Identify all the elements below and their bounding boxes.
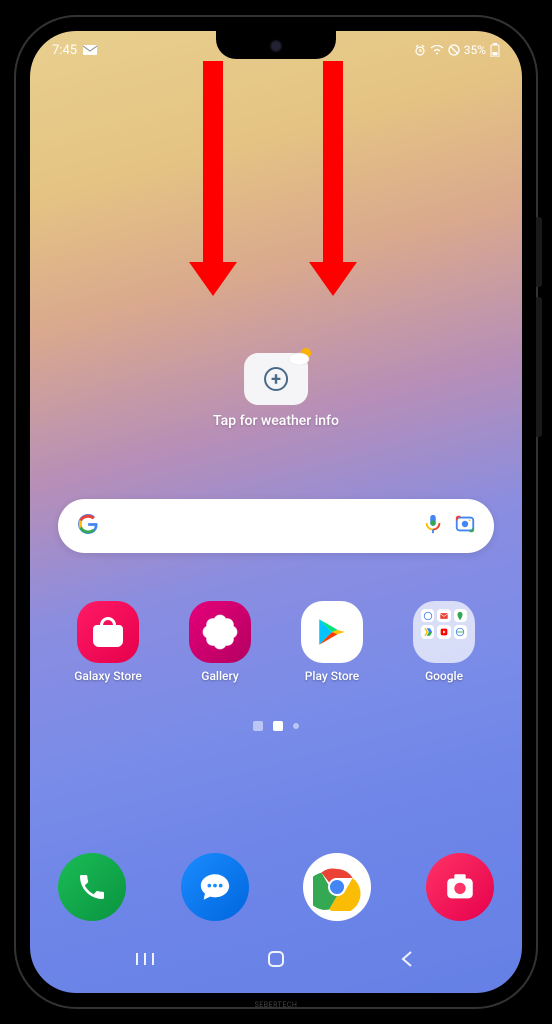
alarm-icon xyxy=(414,44,426,56)
app-label: Gallery xyxy=(201,669,238,683)
app-galaxy-store[interactable]: Galaxy Store xyxy=(58,601,158,683)
front-camera xyxy=(269,39,283,53)
nav-back[interactable] xyxy=(377,944,437,974)
status-time: 7:45 xyxy=(52,43,77,58)
voice-search-icon[interactable] xyxy=(422,513,444,539)
app-google-folder[interactable]: Google xyxy=(394,601,494,683)
nav-home[interactable] xyxy=(246,944,306,974)
watermark: SEBERTECH xyxy=(255,1001,298,1009)
app-label: Google xyxy=(425,669,463,683)
google-folder-icon xyxy=(413,601,475,663)
home-screen[interactable]: 7:45 35% xyxy=(30,31,522,993)
dock-messages[interactable] xyxy=(181,853,249,921)
dock-camera[interactable] xyxy=(426,853,494,921)
app-gallery[interactable]: Gallery xyxy=(170,601,270,683)
weather-widget[interactable]: + Tap for weather info xyxy=(213,353,339,429)
chrome-icon xyxy=(313,863,361,911)
page-indicator[interactable] xyxy=(253,721,299,731)
app-label: Play Store xyxy=(305,669,359,683)
page-dot[interactable] xyxy=(293,723,299,729)
annotation-arrow-right xyxy=(315,61,351,296)
camera-icon xyxy=(443,870,477,904)
annotation-arrow-left xyxy=(195,61,231,296)
cloud-sun-icon xyxy=(288,347,314,365)
page-dot-current[interactable] xyxy=(273,721,283,731)
google-logo-icon xyxy=(76,512,100,540)
wifi-icon xyxy=(430,45,444,55)
app-play-store[interactable]: Play Store xyxy=(282,601,382,683)
dock-phone[interactable] xyxy=(58,853,126,921)
status-left: 7:45 xyxy=(52,43,97,58)
battery-percent: 35% xyxy=(464,43,486,57)
dnd-icon xyxy=(448,44,460,56)
volume-button xyxy=(536,217,542,287)
dock xyxy=(58,853,494,921)
mail-icon xyxy=(83,45,97,55)
lens-icon[interactable] xyxy=(454,513,476,539)
weather-icon[interactable]: + xyxy=(244,353,308,405)
status-right: 35% xyxy=(414,43,500,57)
dock-chrome[interactable] xyxy=(303,853,371,921)
page-dot-home[interactable] xyxy=(253,721,263,731)
weather-label: Tap for weather info xyxy=(213,413,339,429)
phone-frame: 7:45 35% xyxy=(16,17,536,1007)
phone-icon xyxy=(76,871,108,903)
google-search-bar[interactable] xyxy=(58,499,494,553)
nav-recents[interactable] xyxy=(115,944,175,974)
navigation-bar xyxy=(30,939,522,979)
app-grid: Galaxy Store Gallery Play Store xyxy=(58,601,494,683)
gallery-icon xyxy=(189,601,251,663)
battery-icon xyxy=(490,43,500,57)
power-button xyxy=(536,297,542,437)
galaxy-store-icon xyxy=(77,601,139,663)
messages-icon xyxy=(198,870,232,904)
plus-icon: + xyxy=(264,367,288,391)
play-store-icon xyxy=(301,601,363,663)
app-label: Galaxy Store xyxy=(74,669,142,683)
